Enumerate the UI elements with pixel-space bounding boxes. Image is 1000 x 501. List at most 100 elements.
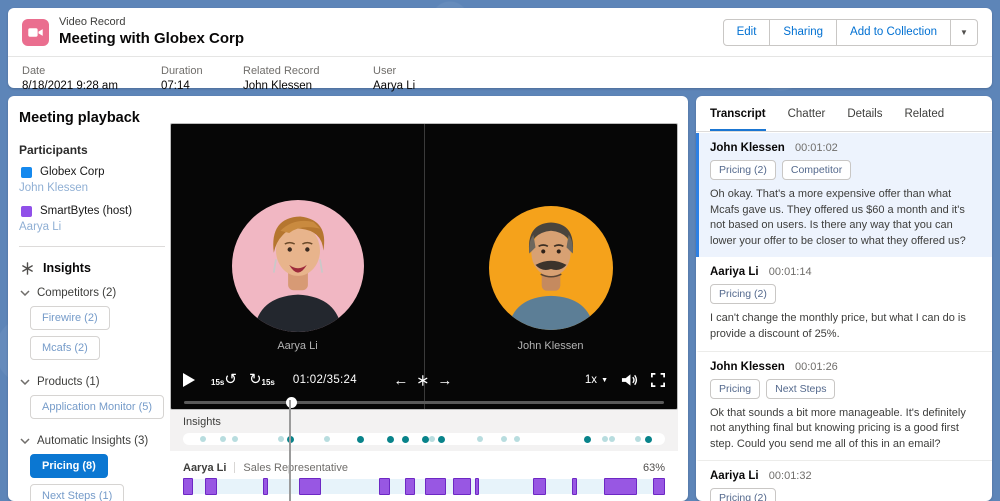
group-automatic-insights[interactable]: Automatic Insights (3) [20, 435, 165, 447]
tab-chatter[interactable]: Chatter [788, 96, 826, 131]
insight-dot[interactable] [357, 436, 364, 443]
transcript-list: John Klessen 00:01:02 Pricing (2) Compet… [696, 133, 992, 501]
video-tile-aarya: Aarya Li [171, 124, 424, 409]
edit-button[interactable]: Edit [723, 19, 771, 46]
speaker-row-header: Aarya Li Sales Representative 63% [183, 460, 665, 475]
video-tile-name: Aarya Li [171, 340, 424, 352]
add-to-collection-button[interactable]: Add to Collection [836, 19, 951, 46]
next-insight-button[interactable]: → [437, 373, 452, 388]
insight-dot[interactable] [438, 436, 445, 443]
insights-timeline: Insights [170, 410, 678, 451]
talk-segment[interactable] [379, 478, 390, 495]
transcript-entry[interactable]: Aariya Li 00:01:14 Pricing (2) I can't c… [696, 257, 992, 350]
skip-forward-15s-button[interactable]: ↻15s [249, 373, 275, 387]
entry-timestamp: 00:01:14 [769, 266, 812, 278]
more-actions-button[interactable]: ▼ [950, 19, 978, 46]
insight-dot[interactable] [514, 436, 520, 442]
entry-tag[interactable]: Competitor [782, 160, 851, 180]
entry-tag[interactable]: Pricing [710, 379, 760, 399]
insight-dot[interactable] [402, 436, 409, 443]
player-right-controls: 1x▼ [585, 373, 665, 387]
speaker-icon [621, 373, 638, 387]
field-related-record: Related Record John Klessen [243, 64, 373, 94]
insight-dot[interactable] [200, 436, 206, 442]
progress-handle[interactable] [286, 397, 297, 408]
entry-speaker: Aariya Li [710, 266, 759, 278]
entry-tag[interactable]: Next Steps [766, 379, 835, 399]
entry-timestamp: 00:01:32 [769, 470, 812, 482]
entry-text: Ok that sounds a bit more manageable. It… [710, 406, 978, 453]
chevron-down-icon: ▼ [601, 377, 608, 384]
insight-dot[interactable] [387, 436, 394, 443]
insight-dot[interactable] [584, 436, 591, 443]
talk-segment[interactable] [475, 478, 479, 495]
group-competitors[interactable]: Competitors (2) [20, 287, 165, 299]
tab-transcript[interactable]: Transcript [710, 96, 766, 131]
talk-segment[interactable] [425, 478, 445, 495]
group-products[interactable]: Products (1) [20, 376, 165, 388]
speaker-name: Aarya Li [183, 462, 226, 474]
insight-dot[interactable] [220, 436, 226, 442]
talk-segment[interactable] [205, 478, 217, 495]
talk-segment[interactable] [453, 478, 471, 495]
talk-segment[interactable] [405, 478, 415, 495]
participant-company-row: SmartBytes (host) [21, 205, 165, 217]
insight-dot[interactable] [602, 436, 608, 442]
insight-dot[interactable] [477, 436, 483, 442]
company-name: Globex Corp [40, 166, 105, 178]
insight-dot[interactable] [232, 436, 238, 442]
sharing-button[interactable]: Sharing [769, 19, 837, 46]
chevron-down-icon [20, 290, 30, 296]
volume-button[interactable] [621, 373, 638, 387]
skip-back-15s-button[interactable]: 15s↺ [211, 373, 237, 387]
fullscreen-button[interactable] [651, 373, 665, 387]
transcript-entry[interactable]: John Klessen 00:01:02 Pricing (2) Compet… [696, 133, 992, 257]
insights-heading-label: Insights [43, 261, 91, 275]
talk-segment[interactable] [604, 478, 636, 495]
sidebar-divider [19, 246, 165, 247]
entry-tag[interactable]: Pricing (2) [710, 488, 776, 501]
play-button[interactable] [183, 373, 195, 387]
insight-dot[interactable] [287, 436, 294, 443]
video-progress-bar[interactable] [184, 401, 664, 404]
talk-segment[interactable] [572, 478, 577, 495]
insight-dot[interactable] [635, 436, 641, 442]
insight-filter-mcafs[interactable]: Mcafs (2) [30, 336, 100, 360]
timeline-area: Insights Aarya Li Sales Representative 6… [170, 410, 678, 501]
insight-dot[interactable] [278, 436, 284, 442]
talk-segment[interactable] [263, 478, 268, 495]
insights-timeline-label: Insights [183, 416, 221, 428]
entry-text: I can't change the monthly price, but wh… [710, 311, 978, 342]
company-color-swatch [21, 167, 32, 178]
video-camera-glyph [27, 24, 44, 41]
participant-link-aarya-li[interactable]: Aarya Li [19, 221, 165, 233]
insight-filter-application-monitor[interactable]: Application Monitor (5) [30, 395, 164, 419]
entry-tag[interactable]: Pricing (2) [710, 160, 776, 180]
speaker-talk-track[interactable] [183, 479, 665, 494]
insights-dot-track[interactable] [183, 433, 665, 445]
tab-related[interactable]: Related [904, 96, 944, 131]
insight-filter-next-steps[interactable]: Next Steps (1) [30, 484, 124, 501]
video-tile-name: John Klessen [424, 340, 677, 352]
talk-segment[interactable] [533, 478, 546, 495]
entry-tag[interactable]: Pricing (2) [710, 284, 776, 304]
avatar-john-klessen [489, 206, 613, 330]
insight-dot[interactable] [429, 436, 435, 442]
insight-filter-firewire[interactable]: Firewire (2) [30, 306, 110, 330]
participant-link-john-klessen[interactable]: John Klessen [19, 182, 165, 194]
tab-details[interactable]: Details [847, 96, 882, 131]
insight-dot[interactable] [609, 436, 615, 442]
insight-dot[interactable] [645, 436, 652, 443]
playback-speed-button[interactable]: 1x▼ [585, 374, 608, 386]
previous-insight-button[interactable]: ← [393, 373, 408, 388]
record-header: Video Record Meeting with Globex Corp Ed… [8, 8, 992, 88]
talk-segment[interactable] [183, 478, 193, 495]
transcript-entry[interactable]: Aariya Li 00:01:32 Pricing (2) [696, 460, 992, 501]
talk-segment[interactable] [653, 478, 665, 495]
player-controls: 15s↺ ↻15s 01:02/35:24 ← → [183, 368, 665, 392]
insight-filter-pricing[interactable]: Pricing (8) [30, 454, 108, 478]
transcript-entry[interactable]: John Klessen 00:01:26 Pricing Next Steps… [696, 351, 992, 461]
insight-dot[interactable] [501, 436, 507, 442]
insight-dot[interactable] [324, 436, 330, 442]
talk-segment[interactable] [299, 478, 321, 495]
